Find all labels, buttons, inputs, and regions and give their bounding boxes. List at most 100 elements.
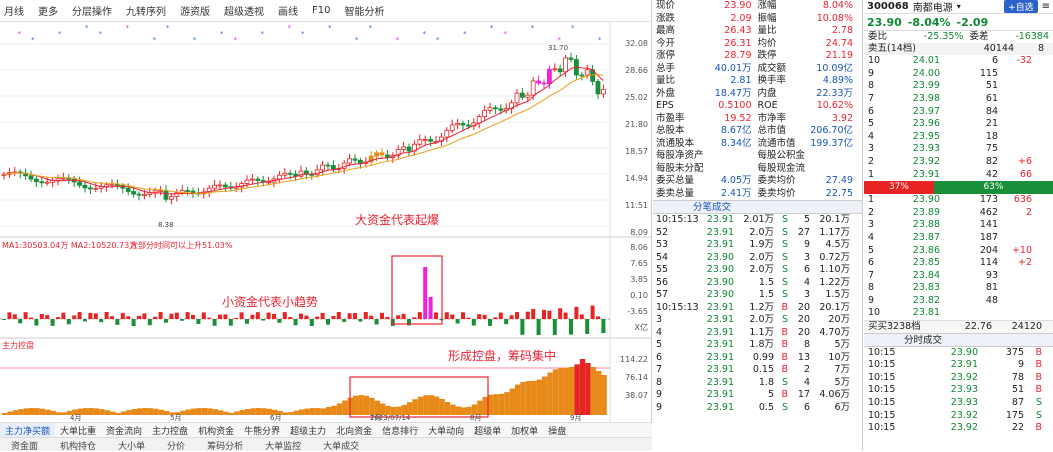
indicator-tab[interactable]: 操盘 xyxy=(543,423,571,437)
toolbar-item[interactable]: 月线 xyxy=(4,3,24,18)
candle-body xyxy=(482,109,488,117)
chart-area[interactable]: 月线 更多 分层操作 九转序列 游资版 超级透视 画线 F10 智能分析 32.08 28.66 2… xyxy=(0,0,652,452)
level-cell: 173 xyxy=(979,194,998,206)
quote-row: 流通股本 8.34亿 流通市值 199.37亿 xyxy=(653,138,862,151)
control-bar xyxy=(542,376,548,415)
bid-level[interactable]: 8 23.83 81 xyxy=(864,282,1053,295)
toolbar-item[interactable]: 分层操作 xyxy=(72,3,112,18)
quote-value: 206.70亿 xyxy=(810,125,853,136)
bid-level[interactable]: 7 23.84 93 xyxy=(864,270,1053,283)
signal-star: * xyxy=(598,36,602,44)
trade-list[interactable]: 10:15:13 23.91 2.01万 S 5 20.1万 52 23.91 2.0万 S 27 1… xyxy=(653,214,862,414)
indicator-tab[interactable]: 牛熊分界 xyxy=(239,423,285,437)
analysis-tab[interactable]: 筹码分析 xyxy=(196,438,254,452)
bid-level[interactable]: 10 23.81 xyxy=(864,307,1053,320)
indicator-tab[interactable]: 超级主力 xyxy=(285,423,331,437)
indicator-tab[interactable]: 主力控盘 xyxy=(147,423,193,437)
toolbar-item[interactable]: 画线 xyxy=(278,3,298,18)
trade-cell: 5万 xyxy=(834,376,850,388)
tick-list[interactable]: 10:15 23.90 375 B 10:15 23.91 9 B 10:15 23.92 78 B 1… xyxy=(864,347,1053,435)
book-ask-header: 卖五(14档) 40144 8 xyxy=(864,42,1053,56)
bid-level[interactable]: 9 23.82 48 xyxy=(864,295,1053,308)
ask-level[interactable]: 5 23.96 21 xyxy=(864,118,1053,131)
control-bar xyxy=(239,410,245,415)
quote-label: 流通市值 xyxy=(757,137,796,149)
candle-body xyxy=(417,139,423,145)
analysis-tab[interactable]: 机构持仓 xyxy=(49,438,107,452)
add-watchlist-button[interactable]: +自选 xyxy=(1004,0,1038,13)
trade-cell: 1.22万 xyxy=(819,276,850,288)
quote-label: 每股现金流 xyxy=(757,162,806,174)
indicator-tab[interactable]: 资金流向 xyxy=(101,423,147,437)
bid-level[interactable]: 1 23.90 173 636 xyxy=(864,194,1053,207)
control-bar xyxy=(493,394,499,415)
candle-body xyxy=(557,68,563,73)
toolbar-item[interactable]: 更多 xyxy=(38,3,58,18)
bid-level[interactable]: 3 23.88 141 xyxy=(864,219,1053,232)
trade-cell: 1.10万 xyxy=(819,264,850,275)
candle-body xyxy=(266,181,272,184)
analysis-tab[interactable]: 资金面 xyxy=(0,438,49,452)
indicator-tab[interactable]: 超级单 xyxy=(469,423,506,437)
trade-cell: 5 xyxy=(767,389,774,400)
level-cell: 23.82 xyxy=(912,294,940,306)
ask-level[interactable]: 6 23.97 84 xyxy=(864,106,1053,119)
quote-row: EPS 0.5100 ROE 10.62% xyxy=(653,100,862,113)
volume-bar xyxy=(374,319,379,325)
trade-header-label[interactable]: 分笔成交 xyxy=(693,201,731,213)
quote-row: 涨跌 2.09 振幅 10.08% xyxy=(653,13,862,26)
level-cell: 23.91 xyxy=(912,168,940,180)
analysis-tab[interactable]: 大小单 xyxy=(107,438,156,452)
volume-bar xyxy=(396,315,401,319)
ask-level[interactable]: 1 23.91 42 66 xyxy=(864,169,1053,182)
toolbar-item[interactable]: F10 xyxy=(312,5,330,16)
level-cell: 23.96 xyxy=(912,118,940,130)
ind2-axis-label: 38.07 xyxy=(625,391,648,400)
level-cell: 204 xyxy=(979,244,998,256)
bid-level[interactable]: 5 23.86 204 +10 xyxy=(864,245,1053,258)
indicator-tab[interactable]: 大单比重 xyxy=(55,423,101,437)
control-bar xyxy=(434,396,440,415)
toolbar-item[interactable]: 智能分析 xyxy=(344,3,384,18)
analysis-tab[interactable]: 分价 xyxy=(156,438,196,452)
kline-chart[interactable]: 32.08 28.66 25.02 21.80 18.57 14.94 11.51 8.09 *… xyxy=(0,22,652,422)
toolbar-item[interactable]: 九转序列 xyxy=(126,3,166,18)
candle-body xyxy=(595,80,601,95)
ask-level[interactable]: 8 23.99 51 xyxy=(864,80,1053,93)
control-bar xyxy=(309,408,316,415)
ask-levels[interactable]: 10 24.01 6 -32 9 24.00 115 8 23.99 51 7 23.98 61 6 23.… xyxy=(864,55,1053,181)
ask-level[interactable]: 3 23.93 75 xyxy=(864,143,1053,156)
candle-body xyxy=(449,124,455,131)
analysis-tab[interactable]: 大单监控 xyxy=(254,438,312,452)
ask-level[interactable]: 4 23.95 18 xyxy=(864,131,1053,144)
indicator-tab[interactable]: 主力净买额 xyxy=(0,423,56,437)
volume-bar xyxy=(266,312,271,319)
more-icon[interactable]: ≡ xyxy=(1042,1,1050,12)
tick-cell: 10:15 xyxy=(868,397,896,409)
ask-level[interactable]: 9 24.00 115 xyxy=(864,68,1053,81)
control-bar xyxy=(104,410,110,415)
tick-header-label[interactable]: 分时成交 xyxy=(904,334,942,346)
ask-level[interactable]: 7 23.98 61 xyxy=(864,93,1053,106)
bid-level[interactable]: 6 23.85 114 +2 xyxy=(864,257,1053,270)
trade-cell: 1.9万 xyxy=(749,239,774,250)
level-cell: 5 xyxy=(868,118,875,130)
bid-levels[interactable]: 1 23.90 173 636 2 23.89 462 2 3 23.88 141 4 23.87 187… xyxy=(864,194,1053,320)
toolbar-item[interactable]: 游资版 xyxy=(180,3,210,18)
ask-level[interactable]: 2 23.92 82 +6 xyxy=(864,156,1053,169)
bid-level[interactable]: 4 23.87 187 xyxy=(864,232,1053,245)
indicator-tab[interactable]: 加权单 xyxy=(506,423,543,437)
ask-level[interactable]: 10 24.01 6 -32 xyxy=(864,55,1053,68)
indicator-tab[interactable]: 机构资金 xyxy=(193,423,239,437)
tick-cell: B xyxy=(1035,346,1042,358)
volume-bar xyxy=(212,319,217,326)
control-bar xyxy=(142,408,148,415)
indicator-tab[interactable]: 大单动向 xyxy=(423,423,469,437)
trade-cell: 23.90 xyxy=(706,276,734,288)
indicator-tab[interactable]: 信息排行 xyxy=(377,423,423,437)
bid-level[interactable]: 2 23.89 462 2 xyxy=(864,207,1053,220)
dropdown-icon[interactable]: ▾ xyxy=(957,2,961,11)
toolbar-item[interactable]: 超级透视 xyxy=(224,3,264,18)
analysis-tab[interactable]: 大单成交 xyxy=(312,438,370,452)
indicator-tab[interactable]: 北向资金 xyxy=(331,423,377,437)
